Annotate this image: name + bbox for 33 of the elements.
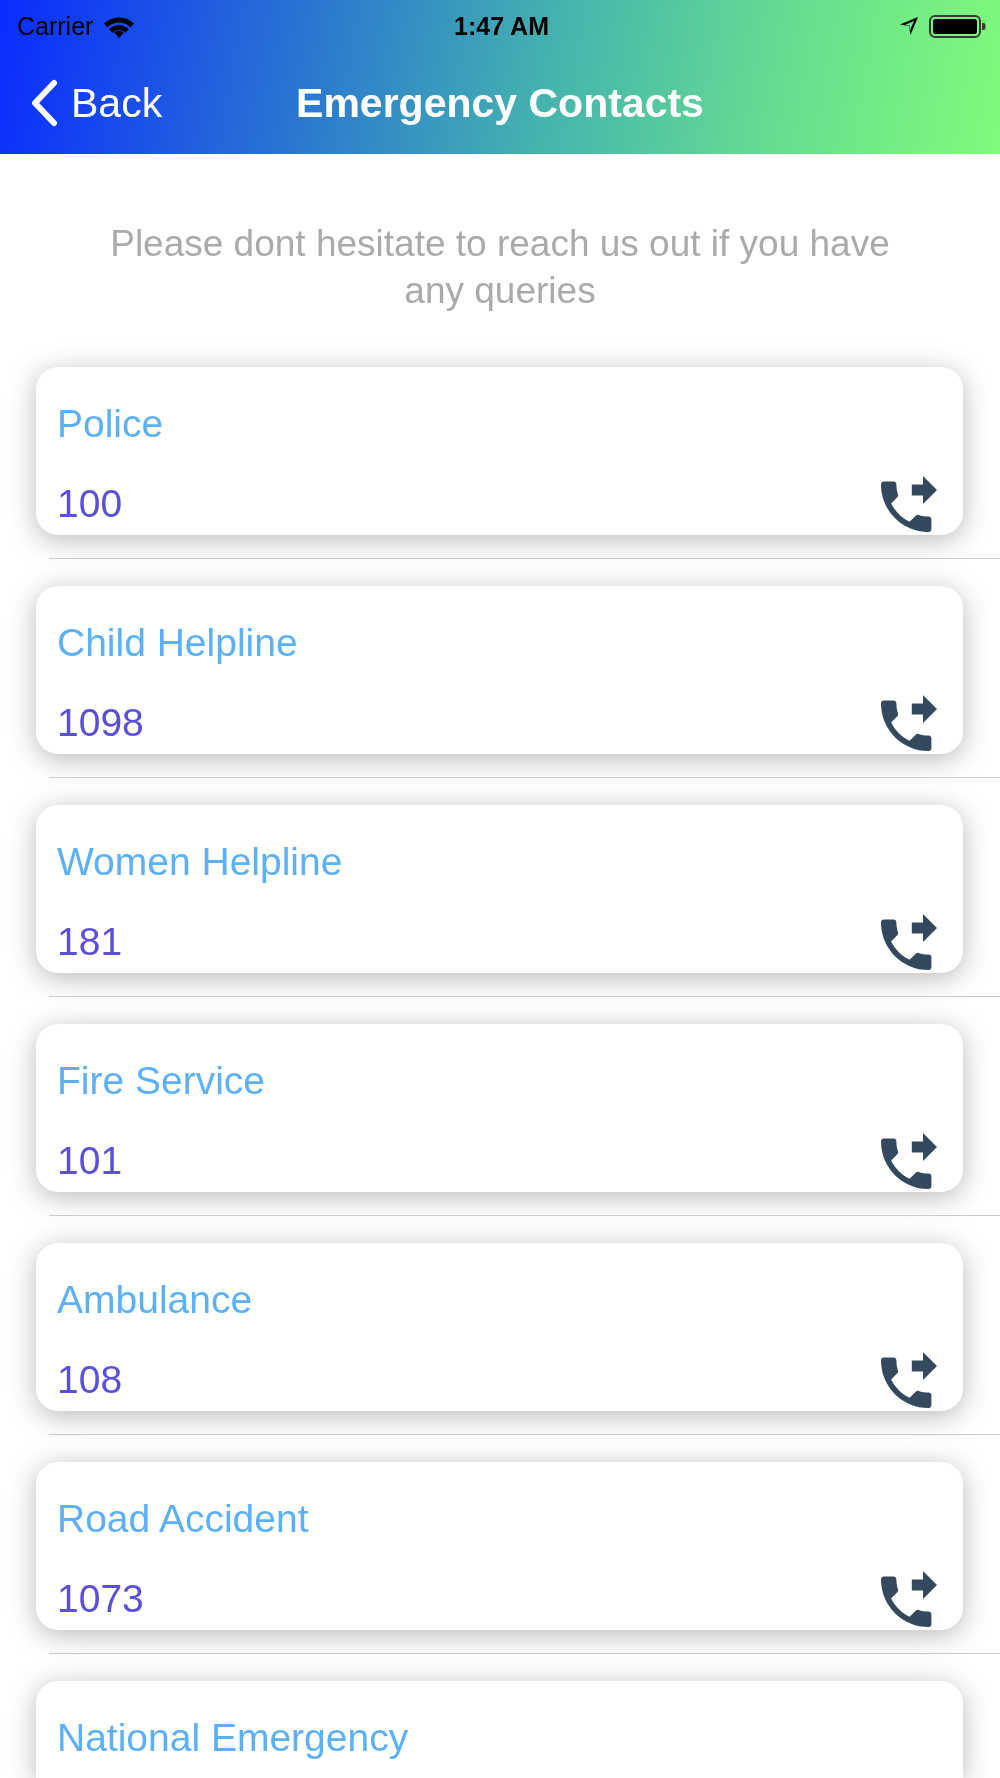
contact-card[interactable]: Women Helpline 181 <box>36 805 963 973</box>
phone-forward-icon[interactable] <box>881 1132 937 1189</box>
contact-card[interactable]: Police 100 <box>36 367 963 535</box>
contact-number: 1073 <box>57 1575 144 1622</box>
contact-name: Road Accident <box>57 1496 310 1542</box>
screen-title: Emergency Contacts <box>296 79 704 127</box>
contact-number: 108 <box>57 1356 123 1403</box>
contact-card[interactable]: Fire Service 101 <box>36 1024 963 1192</box>
contact-number: 100 <box>57 480 123 527</box>
location-arrow-icon <box>899 16 919 36</box>
contact-card[interactable]: Child Helpline 1098 <box>36 586 963 754</box>
contact-number: 101 <box>57 1137 123 1184</box>
phone-forward-icon[interactable] <box>881 694 937 751</box>
phone-forward-icon[interactable] <box>881 913 937 970</box>
intro-text: Please dont hesitate to reach us out if you have any queries <box>109 222 891 313</box>
phone-forward-icon[interactable] <box>881 475 937 532</box>
chevron-left-icon <box>30 79 58 127</box>
contact-number: 1098 <box>57 699 144 746</box>
contact-name: Police <box>57 401 165 447</box>
status-time: 1:47 AM <box>454 11 549 41</box>
contact-name: Fire Service <box>57 1058 267 1104</box>
contact-card[interactable]: Road Accident 1073 <box>36 1462 963 1630</box>
contact-number: 181 <box>57 918 123 965</box>
phone-forward-icon[interactable] <box>881 1570 937 1627</box>
contact-name: National Emergency <box>57 1715 410 1761</box>
contact-name: Child Helpline <box>57 620 299 666</box>
battery-icon <box>929 14 986 38</box>
contact-card[interactable]: Ambulance 108 <box>36 1243 963 1411</box>
phone-forward-icon[interactable] <box>881 1351 937 1408</box>
back-button[interactable]: Back <box>30 79 163 127</box>
contact-name: Women Helpline <box>57 839 344 885</box>
carrier-label: Carrier <box>17 11 94 41</box>
contact-name: Ambulance <box>57 1277 254 1323</box>
